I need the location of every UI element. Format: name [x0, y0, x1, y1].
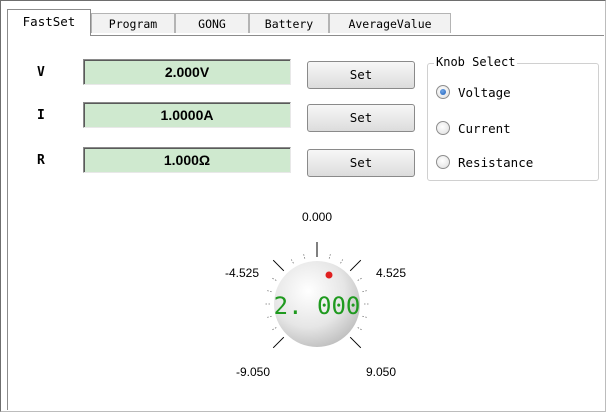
knob-minor-tick	[266, 290, 272, 293]
knob-minor-tick	[362, 290, 368, 293]
knob-major-tick	[272, 259, 285, 272]
knob-value: 2. 000	[274, 292, 361, 320]
knob-tick-label-upper-left: -4.525	[225, 266, 259, 280]
knob-major-tick	[349, 259, 362, 272]
knob-minor-tick	[266, 315, 272, 318]
knob-minor-tick	[303, 253, 306, 259]
window-frame: FastSet Program GONG Battery AverageValu…	[0, 0, 606, 412]
knob-minor-tick	[340, 258, 344, 264]
knob-minor-tick	[362, 315, 368, 318]
tab-fastset[interactable]: FastSet	[7, 9, 91, 36]
knob-minor-tick	[357, 327, 363, 331]
knob-tick-label-lower-right: 9.050	[366, 365, 396, 379]
knob-major-tick	[349, 336, 362, 349]
knob-tick-label-top: 0.000	[302, 210, 332, 224]
knob-tick-label-lower-left: -9.050	[236, 365, 270, 379]
knob-minor-tick	[357, 277, 363, 281]
knob-minor-tick	[271, 277, 277, 281]
knob-minor-tick	[328, 253, 331, 259]
knob-minor-tick	[271, 327, 277, 331]
knob-tick-label-upper-right: 4.525	[376, 266, 406, 280]
knob-major-tick	[272, 336, 285, 349]
knob-minor-tick	[290, 258, 294, 264]
knob-indicator-dot	[325, 271, 333, 279]
knob-dial: 2. 000 0.000 -4.525 4.525 -9.050 9.050	[225, 210, 406, 379]
